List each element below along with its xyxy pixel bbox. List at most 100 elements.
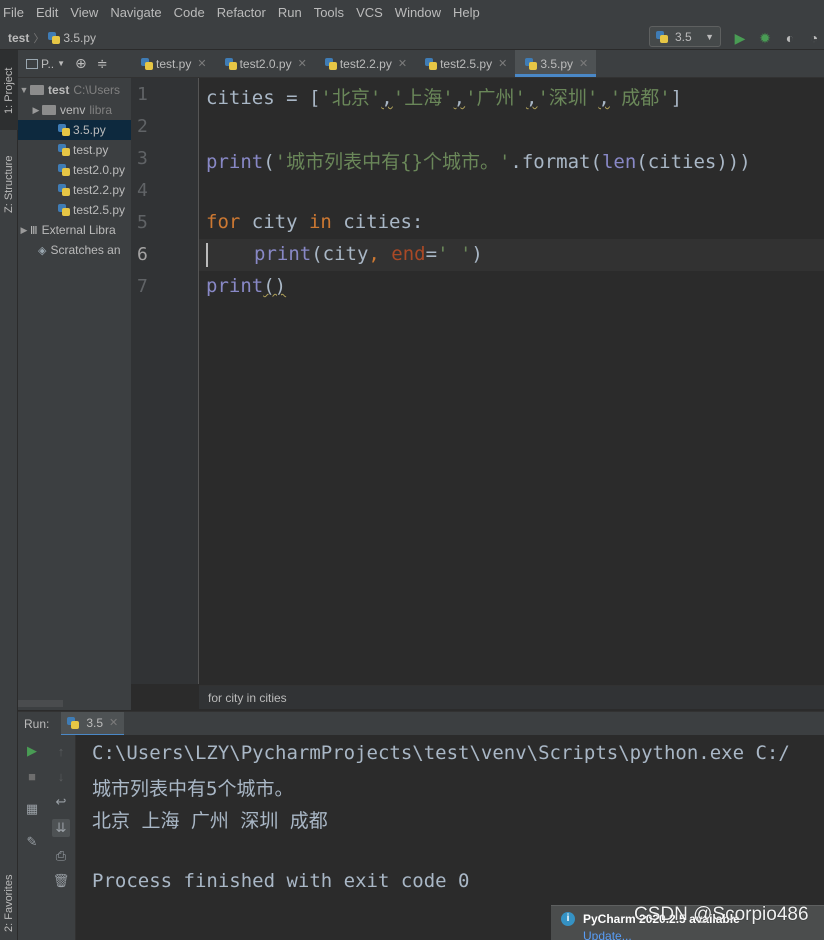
tree-root[interactable]: ▼ test C:\Users	[18, 80, 131, 100]
print-icon[interactable]: ⎙	[52, 847, 70, 865]
tree-file-label: test2.2.py	[73, 183, 126, 197]
tree-root-path: C:\Users	[73, 83, 121, 97]
code-string: '广州'	[465, 87, 526, 109]
text-caret	[206, 243, 208, 267]
python-file-icon	[58, 204, 70, 216]
console-line: Process finished with exit code 0	[92, 870, 470, 892]
menu-help[interactable]: Help	[447, 0, 486, 26]
run-config-select[interactable]: 3.5 ▼	[649, 26, 721, 47]
folder-icon	[42, 105, 56, 115]
menu-tools[interactable]: Tools	[308, 0, 350, 26]
editor-breadcrumb-label: for city in cities	[208, 690, 287, 705]
python-file-icon	[224, 57, 237, 70]
code-token: city	[240, 211, 309, 233]
favorites-tool-tab[interactable]: 2: Favorites	[1, 870, 17, 936]
editor-breadcrumb[interactable]: for city in cities	[199, 685, 824, 709]
breadcrumb: test 〉 3.5.py	[8, 30, 96, 46]
project-horizontal-scrollbar[interactable]	[18, 700, 63, 707]
tree-scratches[interactable]: ◈ Scratches an	[18, 240, 131, 260]
rerun-icon[interactable]: ▶	[23, 742, 41, 760]
close-icon[interactable]: ✕	[197, 57, 206, 70]
run-tab[interactable]: 3.5 ✕	[61, 711, 125, 736]
python-file-icon	[58, 124, 70, 136]
code-line-6: print(city, end=' ')	[254, 243, 483, 265]
close-icon[interactable]: ✕	[298, 57, 307, 70]
menu-window[interactable]: Window	[389, 0, 447, 26]
code-token: ,	[368, 243, 392, 265]
locate-icon[interactable]: ⊕	[75, 55, 87, 72]
menu-navigate[interactable]: Navigate	[104, 0, 167, 26]
line-number: 5	[137, 212, 148, 233]
code-line-5: for city in cities:	[206, 211, 423, 233]
python-file-icon	[48, 31, 61, 44]
stop-icon[interactable]: ■	[23, 767, 41, 785]
breadcrumb-project[interactable]: test	[8, 31, 29, 45]
chevron-down-icon: ▼	[57, 59, 66, 68]
menu-run[interactable]: Run	[272, 0, 308, 26]
project-toolbar: P.. ▼ ⊕ ≑	[18, 50, 131, 78]
menu-view[interactable]: View	[64, 0, 104, 26]
line-number: 7	[137, 276, 148, 297]
tree-file[interactable]: test2.0.py	[18, 160, 131, 180]
code-comma: ,	[453, 87, 466, 109]
close-icon[interactable]: ✕	[498, 57, 507, 70]
code-line-3: print('城市列表中有{}个城市。'.format(len(cities))…	[206, 147, 751, 174]
tab-test2-5-py[interactable]: test2.5.py ✕	[415, 50, 515, 77]
code-string: '城市列表中有{}个城市。'	[274, 151, 511, 173]
profile-icon[interactable]: ◔	[804, 28, 824, 48]
breadcrumb-file[interactable]: 3.5.py	[63, 31, 96, 45]
code-editor[interactable]: cities = ['北京','上海','广州','深圳','成都'] prin…	[199, 78, 824, 684]
close-icon[interactable]: ✕	[109, 716, 118, 729]
code-token: ]	[670, 87, 683, 109]
update-link[interactable]: Update...	[583, 929, 632, 940]
tree-file[interactable]: test.py	[18, 140, 131, 160]
tree-venv[interactable]: ▶ venv libra	[18, 100, 131, 120]
tree-file[interactable]: 3.5.py	[18, 120, 131, 140]
soft-wrap-icon[interactable]: ↩	[52, 793, 70, 811]
tree-file[interactable]: test2.5.py	[18, 200, 131, 220]
code-line-7: print()	[206, 275, 286, 297]
tab-test2-2-py[interactable]: test2.2.py ✕	[315, 50, 415, 77]
menu-file[interactable]: File	[0, 0, 30, 26]
layout-icon[interactable]: ▦	[23, 800, 41, 818]
menu-vcs[interactable]: VCS	[350, 0, 389, 26]
folder-icon	[30, 85, 44, 95]
tree-external-libraries[interactable]: ▶ Ⅲ External Libra	[18, 220, 131, 240]
close-icon[interactable]: ✕	[579, 57, 588, 70]
trash-icon[interactable]: 🗑	[52, 872, 70, 890]
scratches-icon: ◈	[38, 244, 47, 257]
debug-icon[interactable]: ✹	[755, 28, 775, 48]
collapse-icon[interactable]: ≑	[97, 56, 108, 72]
coverage-icon[interactable]: ◐	[780, 28, 800, 48]
code-keyword: in	[308, 211, 332, 233]
line-number-current: 6	[137, 244, 148, 265]
code-token: (	[263, 151, 275, 173]
project-view-label: P..	[41, 56, 55, 71]
pin-icon[interactable]: ✎	[23, 833, 41, 851]
structure-tool-tab[interactable]: Z: Structure	[1, 145, 17, 223]
line-number: 4	[137, 180, 148, 201]
code-param: end	[391, 243, 426, 265]
code-token: (city	[311, 243, 369, 265]
menu-bar: File Edit View Navigate Code Refactor Ru…	[0, 0, 824, 26]
close-icon[interactable]: ✕	[398, 57, 407, 70]
arrow-up-icon[interactable]: ↑	[52, 742, 70, 760]
project-tool-tab[interactable]: 1: Project	[1, 58, 17, 124]
tab-3-5-py[interactable]: 3.5.py ✕	[515, 50, 597, 77]
line-number: 3	[137, 148, 148, 169]
tab-test2-0-py[interactable]: test2.0.py ✕	[215, 50, 315, 77]
scroll-to-end-icon[interactable]: ⇊	[52, 819, 70, 837]
code-token: .format(	[510, 151, 602, 173]
arrow-down-icon[interactable]: ↓	[52, 767, 70, 785]
menu-code[interactable]: Code	[168, 0, 211, 26]
menu-edit[interactable]: Edit	[30, 0, 64, 26]
project-tree: ▼ test C:\Users ▶ venv libra 3.5.py test…	[18, 78, 131, 260]
tree-file[interactable]: test2.2.py	[18, 180, 131, 200]
run-icon[interactable]: ▶	[730, 28, 750, 48]
tab-test-py[interactable]: test.py ✕	[131, 50, 215, 77]
menu-refactor[interactable]: Refactor	[211, 0, 272, 26]
tab-label: 3.5.py	[540, 56, 574, 71]
tree-file-label: test.py	[73, 143, 109, 157]
code-keyword: for	[206, 211, 241, 233]
project-view-select[interactable]: P.. ▼	[26, 57, 65, 71]
